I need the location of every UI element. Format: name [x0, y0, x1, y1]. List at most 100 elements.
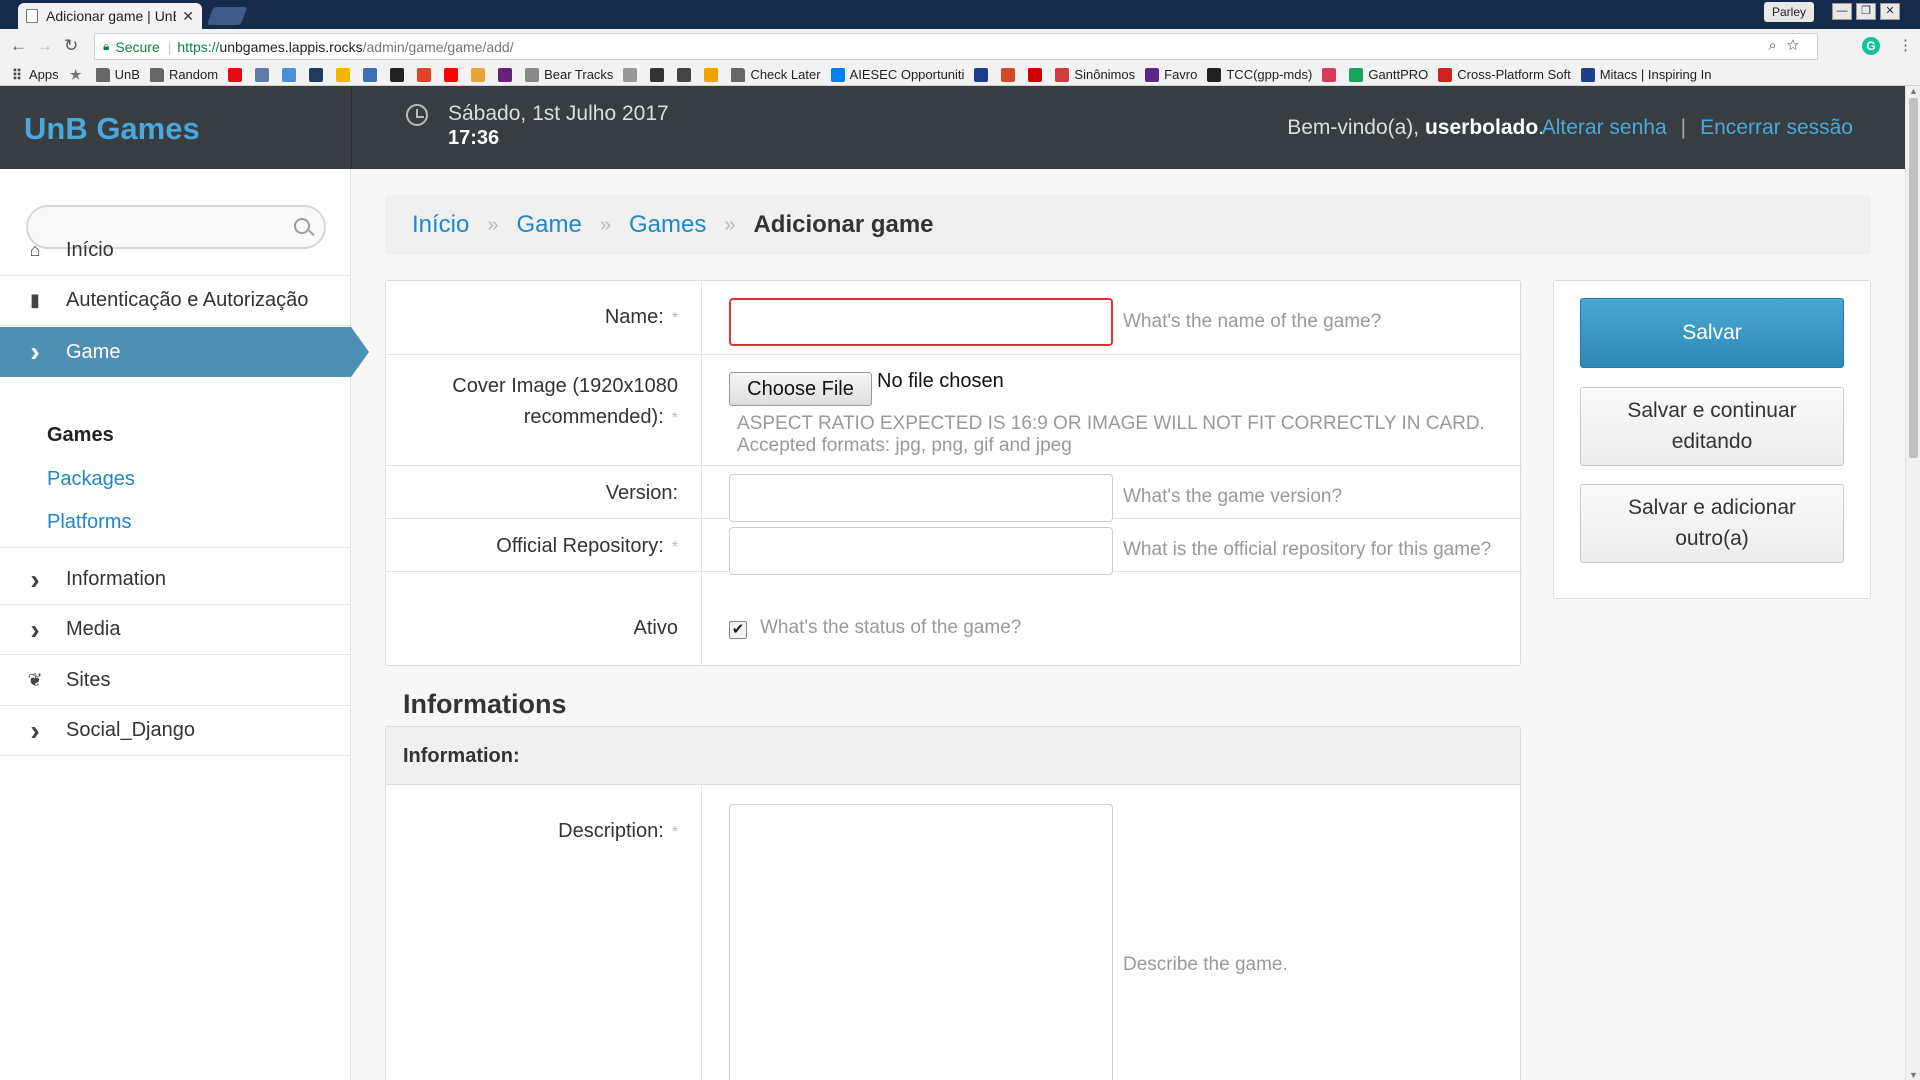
app-icon: [623, 67, 638, 82]
scroll-down-icon[interactable]: ▼: [1909, 1070, 1918, 1080]
breadcrumb-inicio[interactable]: Início: [412, 211, 469, 239]
browser-toolbar: ← → ↻ 🔒︎ Secure | https://unbgames.lappi…: [0, 29, 1920, 64]
submenu-item-packages[interactable]: Packages: [47, 468, 135, 491]
new-tab-button[interactable]: [206, 7, 248, 25]
breadcrumb-games[interactable]: Games: [629, 211, 706, 239]
header-links: Alterar senha | Encerrar sessão: [1541, 116, 1853, 139]
breadcrumb-game[interactable]: Game: [517, 211, 582, 239]
header-time: 17:36: [448, 127, 500, 149]
back-icon[interactable]: ←: [10, 36, 27, 56]
sidebar-item-inicio[interactable]: ⌂ Início: [0, 226, 351, 276]
bookmark-item[interactable]: [623, 67, 642, 82]
repository-label: Official Repository: *: [496, 535, 678, 557]
bookmark-item[interactable]: [363, 67, 382, 82]
sidebar-item-social-django[interactable]: › Social_Django: [0, 706, 351, 756]
sidebar-item-auth[interactable]: ▮ Autenticação e Autorização: [0, 276, 351, 326]
bookmark-icon: [255, 67, 270, 82]
bookmark-item[interactable]: UnB: [95, 67, 140, 82]
submenu-item-platforms[interactable]: Platforms: [47, 511, 131, 534]
restore-button[interactable]: ❐: [1856, 3, 1876, 20]
repository-input[interactable]: [729, 527, 1113, 575]
bookmark-item[interactable]: [471, 67, 490, 82]
sinonimos-icon: [1055, 67, 1070, 82]
bookmark-item[interactable]: [704, 67, 723, 82]
browser-tab[interactable]: Adicionar game | UnB ✕: [18, 3, 202, 29]
bookmark-item[interactable]: [1001, 67, 1020, 82]
minimize-button[interactable]: —: [1832, 3, 1852, 20]
tab-title: Adicionar game | UnB: [46, 8, 177, 24]
bookmark-item[interactable]: [677, 67, 696, 82]
youtube-icon: [444, 67, 459, 82]
bookmark-item[interactable]: [1028, 67, 1047, 82]
grammarly-extension-icon[interactable]: G: [1862, 37, 1880, 55]
bookmark-item[interactable]: TCC(gpp-mds): [1207, 67, 1312, 82]
sidebar-item-sites[interactable]: ❦ Sites: [0, 656, 351, 706]
browser-tabstrip: Adicionar game | UnB ✕ Parley — ❐ ✕: [0, 0, 1920, 29]
profile-button[interactable]: Parley: [1763, 2, 1814, 22]
bookmark-item[interactable]: [390, 67, 409, 82]
game-submenu: Games Packages Platforms: [0, 424, 351, 548]
netflix-icon: [228, 67, 243, 82]
app-icon: [1001, 67, 1016, 82]
bookmark-item[interactable]: Sinônimos: [1055, 67, 1135, 82]
reload-icon[interactable]: ↻: [64, 36, 78, 56]
description-label: Description: *: [558, 820, 678, 842]
address-bar[interactable]: 🔒︎ Secure | https://unbgames.lappis.rock…: [94, 33, 1818, 60]
bookmark-item[interactable]: [974, 67, 993, 82]
version-input[interactable]: [729, 474, 1113, 522]
bookmark-item[interactable]: [650, 67, 669, 82]
browser-menu-icon[interactable]: ⋮: [1898, 36, 1913, 54]
bookmark-item[interactable]: Bear Tracks: [525, 67, 613, 82]
folder-icon: [149, 67, 164, 82]
zoom-bookmark-icons[interactable]: ⌕☆: [1768, 37, 1809, 54]
save-button[interactable]: Salvar: [1580, 298, 1844, 368]
site-brand[interactable]: UnB Games: [24, 111, 200, 147]
name-input[interactable]: [729, 298, 1113, 346]
url-host: unbgames.lappis.rocks: [219, 38, 363, 55]
bookmark-item[interactable]: [255, 67, 274, 82]
bookmark-item[interactable]: [417, 67, 436, 82]
logout-link[interactable]: Encerrar sessão: [1700, 116, 1853, 139]
bookmark-item[interactable]: [444, 67, 463, 82]
app-icon: [1322, 67, 1337, 82]
submenu-item-games[interactable]: Games: [47, 424, 114, 447]
choose-file-button[interactable]: Choose File: [729, 372, 872, 406]
active-label: Ativo: [633, 617, 678, 639]
forward-icon[interactable]: →: [36, 36, 53, 56]
bookmark-item[interactable]: Mitacs | Inspiring In: [1580, 67, 1711, 82]
bookmark-item[interactable]: [498, 67, 517, 82]
sidebar-item-label: Social_Django: [66, 719, 195, 741]
folder-icon: [95, 67, 110, 82]
bookmark-item[interactable]: [309, 67, 328, 82]
repository-help: What is the official repository for this…: [1123, 539, 1492, 560]
bookmark-item[interactable]: [282, 67, 301, 82]
scroll-thumb[interactable]: [1909, 98, 1918, 458]
page-scrollbar[interactable]: ▲ ▼: [1905, 86, 1920, 1080]
bookmark-item[interactable]: [228, 67, 247, 82]
bookmark-item[interactable]: ⠿ Apps: [10, 67, 59, 82]
folder-icon: [731, 67, 746, 82]
close-icon[interactable]: ✕: [182, 8, 194, 25]
sidebar-item-media[interactable]: › Media: [0, 605, 351, 655]
bookmark-item[interactable]: [336, 67, 355, 82]
bookmark-item[interactable]: Check Later: [731, 67, 821, 82]
bookmark-item[interactable]: Cross-Platform Soft: [1438, 67, 1571, 82]
save-and-continue-button[interactable]: Salvar e continuar editando: [1580, 387, 1844, 466]
bookmark-item[interactable]: AIESEC Opportuniti: [830, 67, 964, 82]
scroll-up-icon[interactable]: ▲: [1909, 86, 1918, 96]
bookmark-item[interactable]: [1322, 67, 1341, 82]
apps-icon: ⠿: [11, 66, 23, 83]
sidebar-item-game[interactable]: › Game: [0, 327, 369, 377]
save-and-add-another-button[interactable]: Salvar e adicionar outro(a): [1580, 484, 1844, 563]
bookmark-item[interactable]: Favro: [1145, 67, 1197, 82]
secure-label: Secure: [115, 38, 160, 55]
sidebar-item-information[interactable]: › Information: [0, 555, 351, 605]
bookmark-item[interactable]: GanttPRO: [1349, 67, 1428, 82]
window-close-button[interactable]: ✕: [1880, 3, 1900, 20]
active-checkbox[interactable]: ✔: [729, 621, 747, 639]
description-help: Describe the game.: [1123, 954, 1288, 975]
bookmark-item[interactable]: Random: [149, 67, 218, 82]
change-password-link[interactable]: Alterar senha: [1542, 116, 1667, 139]
description-textarea[interactable]: [729, 804, 1113, 1080]
bookmark-item[interactable]: ★: [69, 67, 88, 82]
